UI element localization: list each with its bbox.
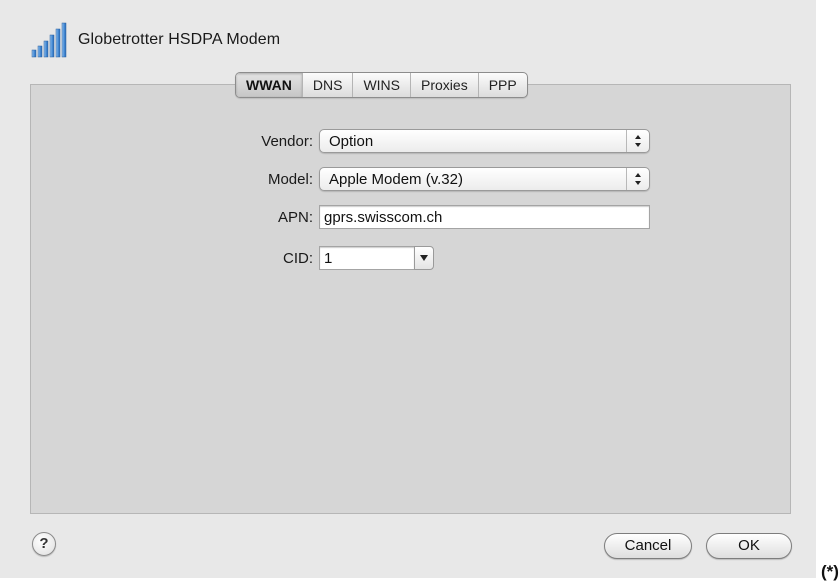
chevron-down-icon xyxy=(420,255,428,261)
model-popup[interactable]: Apple Modem (v.32) xyxy=(319,167,650,191)
tab-bar: WWAN DNS WINS Proxies PPP xyxy=(235,72,528,98)
cid-dropdown-button[interactable] xyxy=(414,246,434,270)
model-value: Apple Modem (v.32) xyxy=(329,170,463,188)
model-label: Model: xyxy=(267,170,313,188)
tab-wwan[interactable]: WWAN xyxy=(236,73,302,97)
vendor-value: Option xyxy=(329,132,374,150)
footnote-mark: (*) xyxy=(821,562,839,581)
signal-strength-icon xyxy=(31,22,67,58)
vendor-label: Vendor: xyxy=(261,132,313,150)
help-button[interactable]: ? xyxy=(32,532,56,556)
cid-combo-box xyxy=(319,246,434,270)
tab-dns[interactable]: DNS xyxy=(301,73,353,97)
apn-row: APN: xyxy=(218,204,650,230)
model-row: Model: Apple Modem (v.32) xyxy=(218,166,650,192)
tab-ppp[interactable]: PPP xyxy=(477,73,527,97)
ok-button[interactable]: OK xyxy=(706,533,792,559)
vendor-row: Vendor: Option xyxy=(218,128,650,154)
cid-row: CID: xyxy=(218,245,434,271)
up-down-arrows-icon xyxy=(626,130,649,152)
up-down-arrows-icon xyxy=(626,168,649,190)
apn-field[interactable] xyxy=(319,205,650,229)
window-title: Globetrotter HSDPA Modem xyxy=(78,31,281,48)
tab-proxies[interactable]: Proxies xyxy=(410,73,478,97)
cid-label: CID: xyxy=(283,249,313,267)
network-settings-window: Globetrotter HSDPA Modem WWAN DNS WINS P… xyxy=(0,0,816,578)
apn-label: APN: xyxy=(277,208,313,226)
window-header: Globetrotter HSDPA Modem xyxy=(30,20,280,60)
cancel-button[interactable]: Cancel xyxy=(604,533,692,559)
tab-wins[interactable]: WINS xyxy=(352,73,410,97)
cid-input[interactable] xyxy=(319,246,414,270)
vendor-popup[interactable]: Option xyxy=(319,129,650,153)
